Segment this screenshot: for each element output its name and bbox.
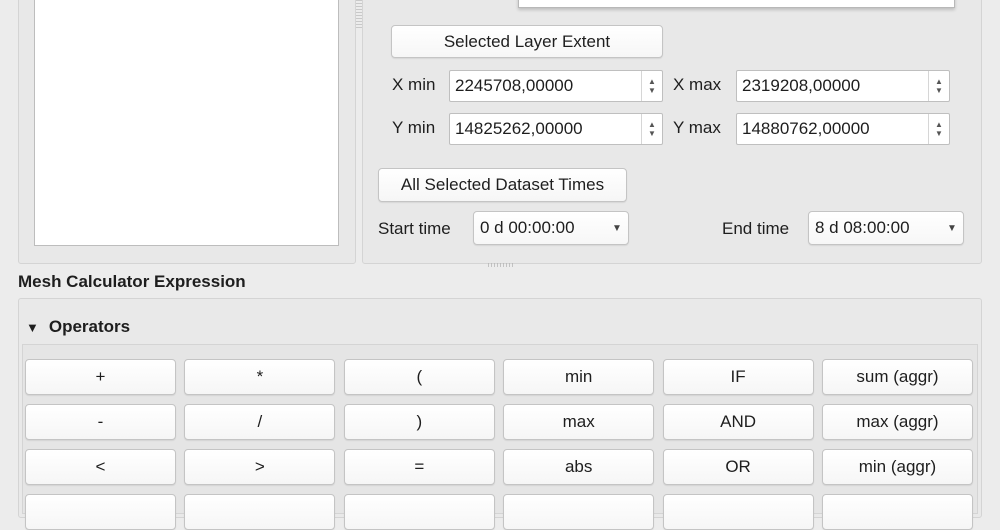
op-plus-button[interactable]: + [25,359,176,395]
spin-down-icon[interactable]: ▼ [935,129,943,138]
dataset-layer-list[interactable] [34,0,339,246]
y-min-label: Y min [392,118,436,137]
y-max-value[interactable]: 14880762,00000 [737,114,928,144]
op-close-paren-button[interactable]: ) [343,404,495,440]
op-and-button[interactable]: AND [662,404,814,440]
x-max-label: X max [673,75,722,94]
op-max-aggr-button[interactable]: max (aggr) [821,404,973,440]
op-greater-than-button[interactable]: > [184,449,336,485]
op-if-button[interactable]: IF [662,359,814,395]
x-max-value[interactable]: 2319208,00000 [737,71,928,101]
spin-down-icon[interactable]: ▼ [648,129,656,138]
op-open-paren-button[interactable]: ( [343,359,495,395]
spin-up-icon[interactable]: ▲ [648,120,656,129]
x-min-value[interactable]: 2245708,00000 [450,71,641,101]
spin-down-icon[interactable]: ▼ [648,86,656,95]
operators-label: Operators [48,317,131,336]
op-row4-button-4[interactable] [503,494,655,530]
op-row4-button-6[interactable] [821,494,973,530]
selected-layer-extent-button[interactable]: Selected Layer Extent [391,25,663,58]
spin-up-icon[interactable]: ▲ [648,77,656,86]
end-time-value: 8 d 08:00:00 [815,218,910,237]
chevron-down-icon[interactable]: ▼ [941,223,963,234]
op-row4-button-3[interactable] [343,494,495,530]
spin-up-icon[interactable]: ▲ [935,120,943,129]
op-or-button[interactable]: OR [662,449,814,485]
x-max-spinbox[interactable]: 2319208,00000 ▲ ▼ [736,70,950,102]
operator-buttons-grid: + * ( min IF sum (aggr) - / ) max AND ma… [25,359,973,530]
y-max-label: Y max [673,118,721,137]
op-equals-button[interactable]: = [343,449,495,485]
operators-collapsible-header[interactable]: ▼ Operators [26,317,130,337]
x-min-stepper[interactable]: ▲ ▼ [641,71,662,101]
spin-down-icon[interactable]: ▼ [935,86,943,95]
y-min-stepper[interactable]: ▲ ▼ [641,114,662,144]
end-time-label: End time [722,219,790,238]
y-min-spinbox[interactable]: 14825262,00000 ▲ ▼ [449,113,663,145]
start-time-label: Start time [378,219,451,238]
all-selected-dataset-times-button[interactable]: All Selected Dataset Times [378,168,627,202]
x-min-label: X min [392,75,436,94]
y-max-spinbox[interactable]: 14880762,00000 ▲ ▼ [736,113,950,145]
layer-dropdown-popup[interactable] [518,0,955,8]
chevron-down-icon[interactable]: ▼ [606,223,628,234]
y-max-stepper[interactable]: ▲ ▼ [928,114,949,144]
end-time-combo[interactable]: 8 d 08:00:00 ▼ [808,211,964,245]
op-row4-button-2[interactable] [184,494,336,530]
start-time-value: 0 d 00:00:00 [480,218,575,237]
op-max-button[interactable]: max [503,404,655,440]
op-less-than-button[interactable]: < [25,449,176,485]
op-minus-button[interactable]: - [25,404,176,440]
op-divide-button[interactable]: / [184,404,336,440]
start-time-combo[interactable]: 0 d 00:00:00 ▼ [473,211,629,245]
mesh-calculator-expression-title: Mesh Calculator Expression [18,272,246,291]
op-min-aggr-button[interactable]: min (aggr) [821,449,973,485]
collapse-triangle-icon[interactable]: ▼ [26,320,39,335]
y-min-value[interactable]: 14825262,00000 [450,114,641,144]
op-row4-button-1[interactable] [25,494,176,530]
x-max-stepper[interactable]: ▲ ▼ [928,71,949,101]
op-abs-button[interactable]: abs [503,449,655,485]
spin-up-icon[interactable]: ▲ [935,77,943,86]
horizontal-splitter-handle[interactable] [488,263,514,267]
x-min-spinbox[interactable]: 2245708,00000 ▲ ▼ [449,70,663,102]
op-min-button[interactable]: min [503,359,655,395]
op-multiply-button[interactable]: * [184,359,336,395]
op-row4-button-5[interactable] [662,494,814,530]
op-sum-aggr-button[interactable]: sum (aggr) [821,359,973,395]
